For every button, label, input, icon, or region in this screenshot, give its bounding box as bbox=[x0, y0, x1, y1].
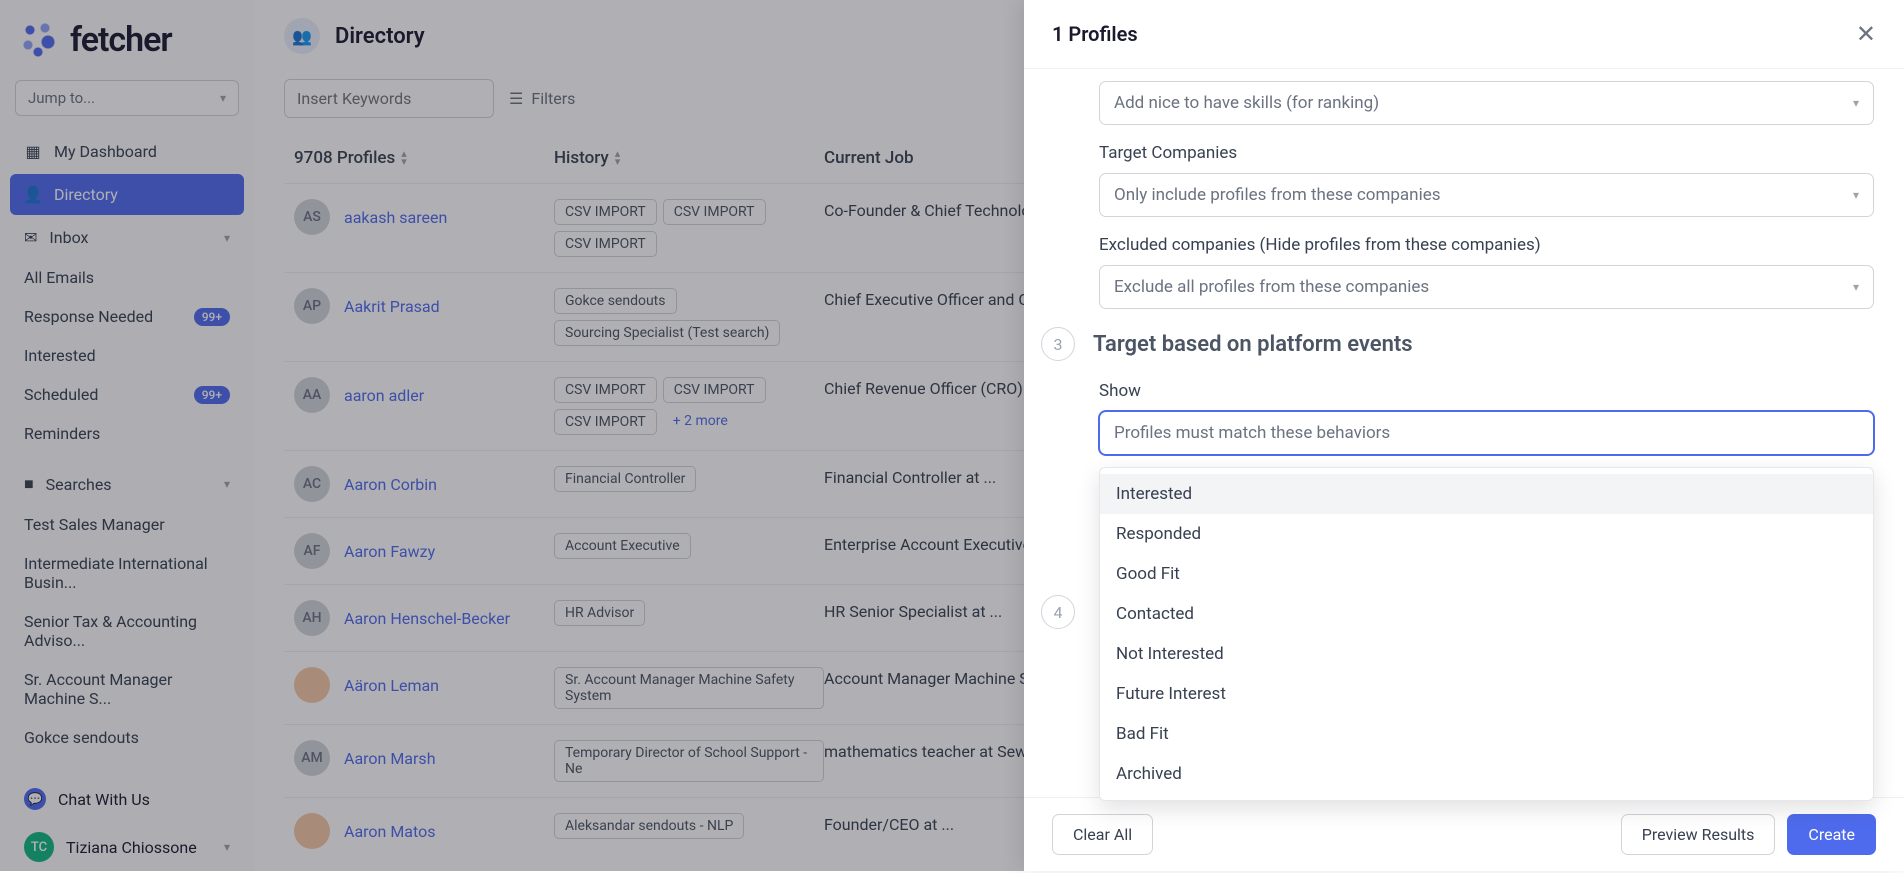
dropdown-option-bad-fit[interactable]: Bad Fit bbox=[1100, 714, 1873, 754]
show-behaviors-input[interactable]: Profiles must match these behaviors bbox=[1099, 411, 1874, 455]
panel-title: 1 Profiles bbox=[1052, 22, 1138, 46]
chevron-down-icon: ▾ bbox=[1853, 188, 1859, 202]
excluded-companies-input[interactable]: Exclude all profiles from these companie… bbox=[1099, 265, 1874, 309]
excluded-companies-label: Excluded companies (Hide profiles from t… bbox=[1099, 235, 1874, 255]
dropdown-option-responded[interactable]: Responded bbox=[1100, 514, 1873, 554]
target-companies-label: Target Companies bbox=[1099, 143, 1874, 163]
step-number: 3 bbox=[1041, 327, 1075, 361]
behaviors-dropdown: Interested Responded Good Fit Contacted … bbox=[1099, 467, 1874, 801]
preview-results-button[interactable]: Preview Results bbox=[1621, 814, 1776, 855]
dropdown-option-not-interested[interactable]: Not Interested bbox=[1100, 634, 1873, 674]
clear-all-button[interactable]: Clear All bbox=[1052, 814, 1153, 855]
dropdown-option-archived[interactable]: Archived bbox=[1100, 754, 1873, 794]
show-label: Show bbox=[1099, 381, 1874, 401]
step-title: Target based on platform events bbox=[1093, 332, 1413, 357]
filter-panel: 1 Profiles ✕ Add nice to have skills (fo… bbox=[1024, 0, 1904, 871]
target-companies-input[interactable]: Only include profiles from these compani… bbox=[1099, 173, 1874, 217]
step-number: 4 bbox=[1041, 595, 1075, 629]
dropdown-option-interested[interactable]: Interested bbox=[1100, 474, 1873, 514]
dropdown-option-future-interest[interactable]: Future Interest bbox=[1100, 674, 1873, 714]
close-icon[interactable]: ✕ bbox=[1856, 20, 1876, 48]
create-button[interactable]: Create bbox=[1787, 814, 1876, 855]
skills-input[interactable]: Add nice to have skills (for ranking) ▾ bbox=[1099, 81, 1874, 125]
dropdown-option-contacted[interactable]: Contacted bbox=[1100, 594, 1873, 634]
step-3-header: 3 Target based on platform events bbox=[1041, 327, 1874, 361]
chevron-down-icon: ▾ bbox=[1853, 280, 1859, 294]
dropdown-option-good-fit[interactable]: Good Fit bbox=[1100, 554, 1873, 594]
chevron-down-icon: ▾ bbox=[1853, 96, 1859, 110]
